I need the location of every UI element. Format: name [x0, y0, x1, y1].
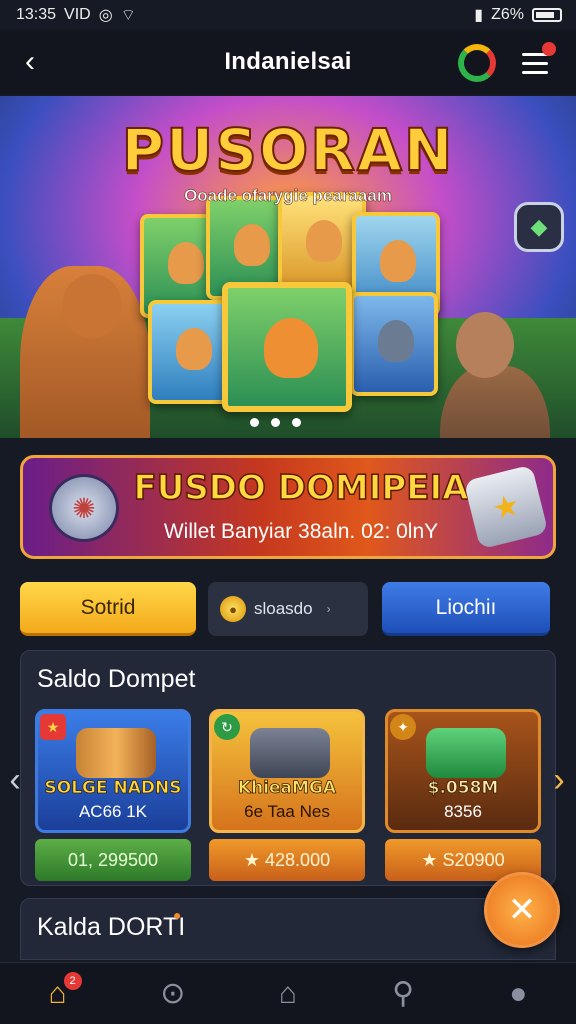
wallet-card-value: 8356 — [444, 802, 482, 821]
wallet-card-value: AC66 1K — [78, 802, 148, 821]
battery-icon — [532, 8, 562, 22]
user-icon: ● — [509, 976, 528, 1010]
signal-icon: ▮ — [474, 7, 484, 24]
wallet-card[interactable]: ★ SOLGE NADNS AC66 1K — [35, 709, 191, 833]
promo-subtitle: Willet Banyiar 38aln. 02: 0lnY — [163, 520, 439, 543]
wallet-panel: Saldo Dompet ★ SOLGE NADNS AC66 1K ↻ Khi… — [20, 650, 556, 886]
second-panel: Kalda DORTI ● — [20, 898, 556, 960]
star-icon: ★ — [40, 714, 66, 740]
wallet-card-name: SOLGE NADNS — [44, 778, 182, 799]
coin-value: sloasdo — [254, 599, 313, 618]
ticket-icon: ★ — [463, 464, 549, 550]
wallet-card[interactable]: ↻ KhieaMGA 6e Taa Nes — [209, 709, 365, 833]
menu-button[interactable] — [522, 42, 556, 80]
wallet-card-name: KhieaMGA — [237, 778, 337, 799]
whatsapp-icon: ◎ — [98, 7, 113, 24]
action-row: Sotrid ● sloasdo › Liochiı — [20, 582, 550, 636]
search-icon: ⚲ — [392, 977, 415, 1010]
page-title: Indanielsai — [224, 48, 352, 75]
coin-selector[interactable]: ● sloasdo › — [208, 582, 368, 636]
notification-badge: 2 — [63, 971, 82, 990]
carousel-dots — [250, 418, 301, 427]
wallet-card-value: 6e Taa Nes — [244, 802, 330, 821]
refresh-icon: ↻ — [214, 714, 240, 740]
wallet-title: Saldo Dompet — [37, 665, 196, 693]
carousel-dot[interactable] — [250, 418, 259, 427]
arrow-left-icon: ‹ — [25, 45, 35, 78]
nav-profile[interactable]: ● — [490, 968, 546, 1020]
gem-icon[interactable]: ◆ — [514, 202, 564, 252]
nav-search[interactable]: ⚲ — [375, 968, 431, 1020]
wallet-amount-button[interactable]: ★ 428.000 — [209, 839, 365, 881]
back-button[interactable]: ‹ — [14, 44, 46, 80]
lock-icon: ⊙ — [160, 977, 186, 1010]
battery-percent: Z6% — [491, 6, 524, 23]
brand-logo-icon[interactable] — [458, 44, 496, 82]
second-panel-title: Kalda DORTI — [37, 913, 186, 941]
chevron-left-icon[interactable]: ‹ — [0, 760, 30, 800]
nav-home[interactable]: ⌂ 2 — [30, 968, 86, 1020]
promo-banner[interactable]: ✺ FUSDO DOMIPEIA Willet Banyiar 38aln. 0… — [20, 455, 556, 559]
chevron-right-icon: › — [326, 602, 331, 616]
app-header: ‹ Indanielsai — [0, 30, 576, 94]
cannon-icon — [76, 728, 156, 778]
carousel-dot[interactable] — [292, 418, 301, 427]
carousel-dot[interactable] — [271, 418, 280, 427]
wifi-icon: ⌔ — [120, 7, 136, 24]
promo-title: FUSDO DOMIPEIA — [133, 467, 470, 509]
coin-icon: ● — [220, 596, 246, 622]
banner-title: PUSORAN — [121, 115, 455, 185]
primary-action-button[interactable]: Sotrid — [20, 582, 196, 636]
wallet-amount-button[interactable]: 01, 299500 — [35, 839, 191, 881]
status-right: ▮ Z6% — [474, 5, 562, 25]
status-bar: 13:35 VID ◎ ⌔ ▮ Z6% — [0, 0, 576, 30]
game-card — [350, 292, 438, 396]
coin-badge-icon: ✦ — [390, 714, 416, 740]
house-icon: ⌂ — [278, 976, 298, 1010]
nav-lock[interactable]: ⊙ — [145, 968, 201, 1020]
chevron-right-icon[interactable]: › — [544, 760, 574, 800]
status-time: 13:35 — [16, 6, 57, 23]
swords-icon: ✕ — [507, 891, 537, 929]
chest-icon — [250, 728, 330, 778]
warrior-head — [62, 274, 122, 338]
featured-card — [222, 282, 352, 412]
flame-icon: ● — [173, 907, 182, 923]
adventurer-head — [456, 312, 514, 378]
status-left: 13:35 VID ◎ ⌔ — [16, 5, 136, 25]
secondary-action-button[interactable]: Liochiı — [382, 582, 550, 636]
floating-action-button[interactable]: ✕ — [484, 872, 560, 948]
bottom-nav: ⌂ 2 ⊙ ⌂ ⚲ ● — [0, 962, 576, 1024]
hero-banner[interactable]: PUSORAN Ooade ofarygie pearaaam ◆ — [0, 96, 576, 438]
cash-icon — [426, 728, 506, 778]
status-carrier: VID — [64, 6, 91, 23]
nav-house[interactable]: ⌂ — [260, 968, 316, 1020]
banner-subtitle: Ooade ofarygie pearaaam — [184, 186, 392, 206]
wallet-card-name: $.058M — [427, 778, 499, 799]
notification-dot — [542, 42, 556, 56]
target-icon: ✺ — [49, 474, 119, 542]
wallet-card[interactable]: ✦ $.058M 8356 — [385, 709, 541, 833]
